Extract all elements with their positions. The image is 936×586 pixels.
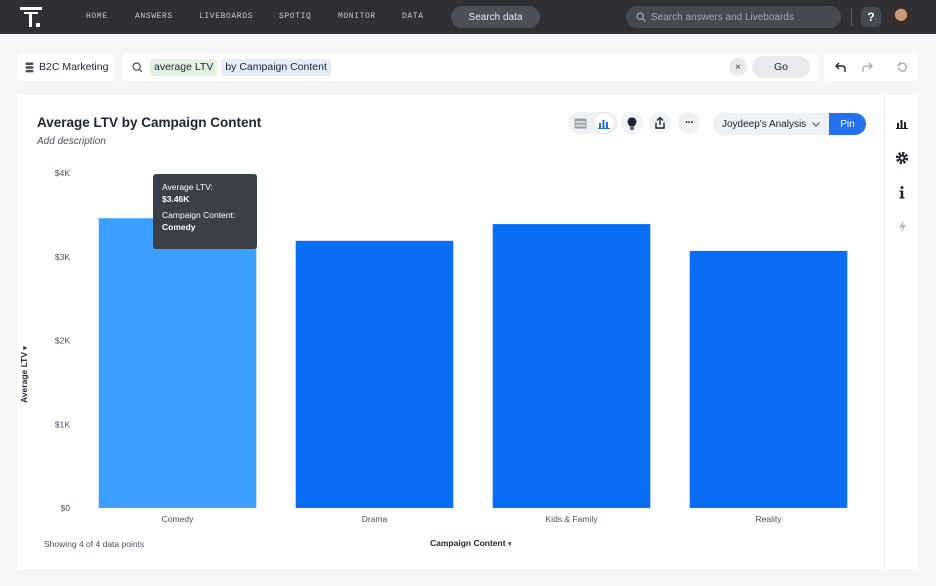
search-token-measure[interactable]: average LTV bbox=[150, 58, 218, 76]
tooltip-measure-label: Average LTV: bbox=[162, 182, 213, 192]
undo-icon[interactable] bbox=[833, 59, 849, 75]
gear-icon[interactable] bbox=[893, 149, 911, 167]
info-icon[interactable] bbox=[893, 183, 911, 201]
search-icon bbox=[132, 61, 143, 72]
y-tick-label: $1K bbox=[55, 419, 70, 429]
nav-monitor[interactable]: MONITOR bbox=[338, 12, 376, 21]
history-controls bbox=[824, 53, 918, 81]
x-axis-label[interactable]: Campaign Content ▾ bbox=[430, 538, 511, 548]
chart-tooltip: Average LTV: $3.46K Campaign Content: Co… bbox=[153, 174, 257, 249]
search-token-attribute[interactable]: by Campaign Content bbox=[221, 58, 331, 76]
data-source-selector[interactable]: B2C Marketing bbox=[17, 53, 114, 81]
x-tick-label: Reality bbox=[756, 514, 783, 524]
bar-reality[interactable] bbox=[689, 250, 848, 508]
data-source-label: B2C Marketing bbox=[39, 61, 109, 73]
global-search-input[interactable]: Search answers and Liveboards bbox=[626, 6, 841, 28]
y-tick-label: $3K bbox=[55, 252, 70, 262]
y-tick-label: $0 bbox=[61, 503, 71, 513]
y-axis-label[interactable]: Average LTV ▾ bbox=[19, 346, 29, 403]
tooltip-measure-value: $3.46K bbox=[162, 193, 190, 204]
search-icon bbox=[636, 12, 646, 22]
bar-kids-family[interactable] bbox=[492, 224, 651, 508]
side-rail bbox=[884, 95, 918, 569]
y-axis-sort-icon: ▾ bbox=[22, 346, 29, 350]
nav-answers[interactable]: ANSWERS bbox=[135, 12, 173, 21]
x-tick-label: Drama bbox=[362, 514, 388, 524]
chart-config-icon[interactable] bbox=[893, 114, 911, 132]
tooltip-attr-value: Comedy bbox=[162, 221, 196, 232]
lightning-icon[interactable] bbox=[893, 217, 911, 235]
nav-liveboards[interactable]: LIVEBOARDS bbox=[199, 12, 253, 21]
y-tick-label: $2K bbox=[55, 336, 70, 346]
reset-icon[interactable] bbox=[894, 59, 910, 75]
x-tick-label: Comedy bbox=[162, 514, 194, 524]
thoughtspot-logo-icon[interactable] bbox=[20, 7, 42, 27]
nav-divider bbox=[851, 8, 852, 26]
data-points-count: Showing 4 of 4 data points bbox=[44, 539, 145, 549]
go-button[interactable]: Go bbox=[752, 56, 810, 78]
search-data-button[interactable]: Search data bbox=[451, 6, 540, 28]
answer-card: Average LTV by Campaign Content Add desc… bbox=[17, 95, 884, 569]
nav-home[interactable]: HOME bbox=[86, 12, 108, 21]
global-search-placeholder: Search answers and Liveboards bbox=[651, 11, 794, 23]
search-bar[interactable]: average LTV by Campaign Content bbox=[123, 53, 818, 81]
nav-data[interactable]: DATA bbox=[402, 12, 424, 21]
help-button[interactable]: ? bbox=[861, 7, 881, 27]
x-axis-sort-icon: ▾ bbox=[507, 541, 512, 548]
top-nav: HOME ANSWERS LIVEBOARDS SPOTIQ MONITOR D… bbox=[0, 0, 936, 34]
clear-search-button[interactable]: × bbox=[729, 58, 747, 76]
redo-icon[interactable] bbox=[859, 59, 875, 75]
bar-chart: $0 $1K $2K $3K $4K Comedy Drama Kids & Family Re… bbox=[55, 168, 848, 524]
user-avatar[interactable] bbox=[890, 6, 912, 28]
y-tick-label: $4K bbox=[55, 168, 70, 178]
bar-drama[interactable] bbox=[295, 240, 454, 508]
bar-comedy[interactable] bbox=[98, 218, 257, 508]
database-icon bbox=[25, 62, 34, 72]
nav-spotiq[interactable]: SPOTIQ bbox=[279, 12, 311, 21]
x-tick-label: Kids & Family bbox=[546, 514, 599, 524]
tooltip-attr-label: Campaign Content: bbox=[162, 210, 236, 220]
